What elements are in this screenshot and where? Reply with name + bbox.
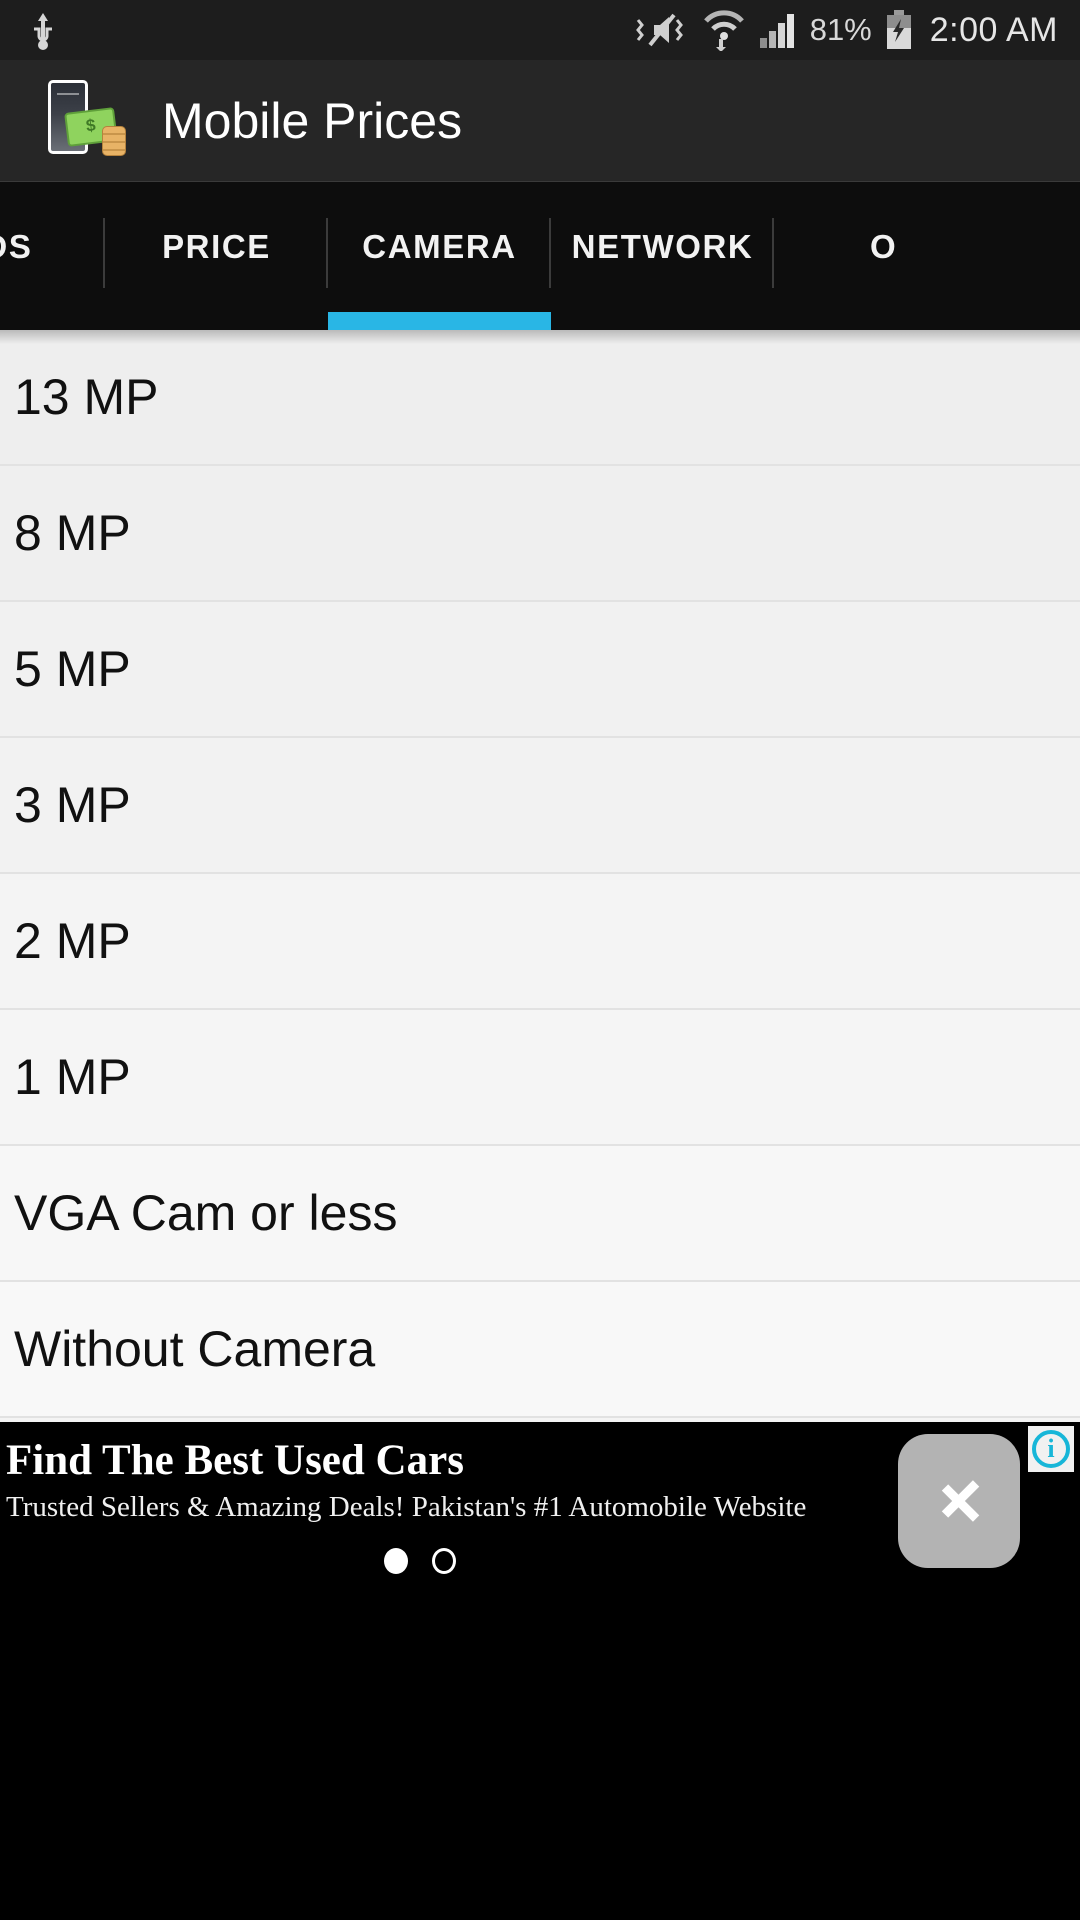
- list-item[interactable]: 13 MP: [0, 330, 1080, 466]
- chevron-right-icon: [939, 1469, 979, 1533]
- list-item[interactable]: 2 MP: [0, 874, 1080, 1010]
- status-bar: 81% 2:00 AM: [0, 0, 1080, 60]
- adchoices-letter: i: [1032, 1430, 1070, 1468]
- adchoices-info-icon[interactable]: i: [1028, 1426, 1074, 1472]
- carousel-dot-active[interactable]: [384, 1548, 408, 1574]
- list-item[interactable]: 5 MP: [0, 602, 1080, 738]
- camera-options-list[interactable]: 13 MP 8 MP 5 MP 3 MP 2 MP 1 MP VGA Cam or less…: [0, 330, 1080, 1422]
- tab-selected-indicator: [328, 312, 551, 330]
- status-bar-left: [0, 9, 58, 51]
- tab-bar[interactable]: NDS PRICE CAMERA NETWORK O: [0, 182, 1080, 330]
- tab-os[interactable]: O: [774, 182, 1080, 330]
- list-item-label: VGA Cam or less: [14, 1185, 398, 1241]
- list-item[interactable]: VGA Cam or less: [0, 1146, 1080, 1282]
- list-item[interactable]: 1 MP: [0, 1010, 1080, 1146]
- status-bar-clock: 2:00 AM: [929, 10, 1058, 49]
- mobile-prices-app-icon: [44, 79, 128, 162]
- tab-camera[interactable]: CAMERA: [328, 182, 551, 330]
- list-item-label: 8 MP: [14, 505, 131, 561]
- battery-charging-icon: [884, 9, 914, 51]
- list-item-label: 5 MP: [14, 641, 131, 697]
- usb-icon: [28, 9, 58, 51]
- list-item[interactable]: Without Camera: [0, 1282, 1080, 1418]
- page-title: Mobile Prices: [162, 92, 463, 149]
- ad-copy: Find The Best Used Cars Trusted Sellers …: [6, 1438, 840, 1524]
- battery-percent-label: 81%: [809, 12, 872, 47]
- action-bar: Mobile Prices: [0, 60, 1080, 182]
- tab-label: PRICE: [162, 228, 271, 265]
- list-item-label: 1 MP: [14, 1049, 131, 1105]
- cellular-signal-icon: [758, 10, 798, 50]
- vibrate-mute-icon: [632, 10, 690, 50]
- list-item-label: 2 MP: [14, 913, 131, 969]
- tab-label: O: [870, 228, 898, 265]
- list-item-label: 13 MP: [14, 369, 159, 425]
- list-item[interactable]: 8 MP: [0, 466, 1080, 602]
- list-item-label: Without Camera: [14, 1321, 376, 1377]
- tab-label: NDS: [0, 228, 33, 265]
- tab-label: NETWORK: [571, 228, 754, 265]
- tab-label: CAMERA: [362, 228, 517, 265]
- tab-price[interactable]: PRICE: [105, 182, 328, 330]
- carousel-dot-inactive[interactable]: [432, 1548, 456, 1574]
- tab-brands[interactable]: NDS: [0, 182, 105, 330]
- list-item-label: 3 MP: [14, 777, 131, 833]
- ad-next-button[interactable]: [898, 1434, 1020, 1568]
- tab-network[interactable]: NETWORK: [551, 182, 774, 330]
- status-bar-right: 81% 2:00 AM: [632, 9, 1080, 52]
- coins-shape: [102, 125, 126, 156]
- ad-banner[interactable]: Find The Best Used Cars Trusted Sellers …: [0, 1422, 1080, 1580]
- ad-subtext: Trusted Sellers & Amazing Deals! Pakista…: [6, 1491, 807, 1524]
- list-item[interactable]: 3 MP: [0, 738, 1080, 874]
- ad-carousel-dots[interactable]: [0, 1548, 840, 1574]
- wifi-icon: [702, 9, 746, 52]
- ad-headline: Find The Best Used Cars: [6, 1437, 464, 1484]
